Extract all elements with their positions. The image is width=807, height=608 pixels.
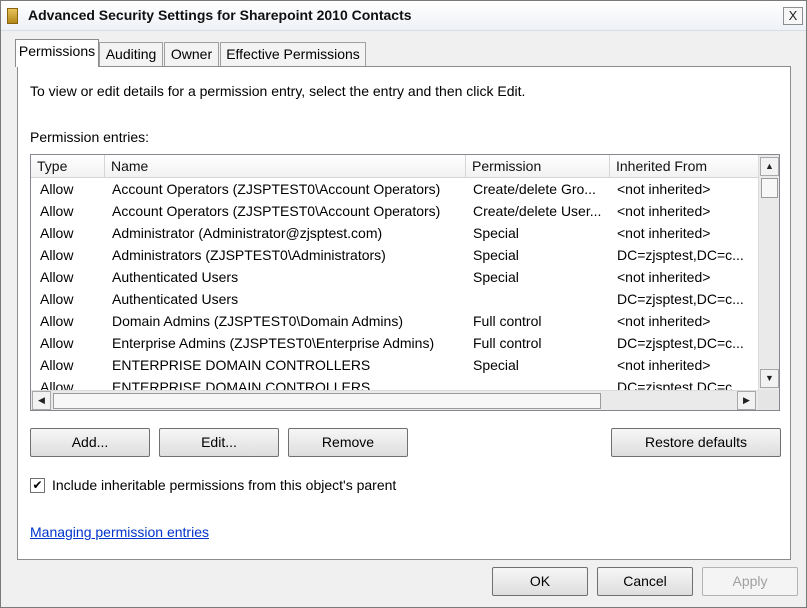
column-header-name[interactable]: Name — [105, 155, 466, 178]
scroll-down-icon[interactable]: ▼ — [760, 369, 779, 388]
horizontal-scrollbar[interactable]: ◀ ▶ — [31, 390, 758, 410]
add-button[interactable]: Add... — [30, 428, 150, 457]
cell-inherited-from: DC=zjsptest,DC=c... — [617, 247, 744, 263]
cell-name: Authenticated Users — [112, 269, 239, 285]
restore-defaults-button[interactable]: Restore defaults — [611, 428, 781, 457]
vertical-scrollbar[interactable]: ▲ ▼ — [758, 155, 779, 390]
table-row[interactable]: Allow Domain Admins (ZJSPTEST0\Domain Ad… — [31, 310, 760, 332]
cell-type: Allow — [40, 181, 74, 197]
cell-permission: Special — [473, 357, 519, 373]
scrollbar-corner — [758, 390, 779, 410]
cell-permission: Full control — [473, 313, 542, 329]
scroll-up-icon[interactable]: ▲ — [760, 157, 779, 176]
cell-type: Allow — [40, 291, 74, 307]
title-bar: Advanced Security Settings for Sharepoin… — [1, 1, 806, 31]
vertical-scroll-thumb[interactable] — [761, 178, 778, 198]
inherit-permissions-label[interactable]: Include inheritable permissions from thi… — [52, 477, 396, 493]
ok-button[interactable]: OK — [492, 567, 588, 596]
cell-name: Account Operators (ZJSPTEST0\Account Ope… — [112, 203, 441, 219]
cell-inherited-from: <not inherited> — [617, 313, 711, 329]
cell-inherited-from: <not inherited> — [617, 225, 711, 241]
folder-icon — [7, 8, 18, 24]
cell-permission: Special — [473, 247, 519, 263]
cell-type: Allow — [40, 269, 74, 285]
cell-type: Allow — [40, 335, 74, 351]
list-header: Type Name Permission Inherited From — [31, 155, 760, 178]
dialog-window: Advanced Security Settings for Sharepoin… — [0, 0, 807, 608]
cell-permission: Special — [473, 269, 519, 285]
edit-button[interactable]: Edit... — [159, 428, 279, 457]
cell-name: Authenticated Users — [112, 291, 239, 307]
table-row[interactable]: Allow ENTERPRISE DOMAIN CONTROLLERS Spec… — [31, 354, 760, 376]
cell-inherited-from: <not inherited> — [617, 181, 711, 197]
cancel-button[interactable]: Cancel — [597, 567, 693, 596]
scroll-right-icon[interactable]: ▶ — [737, 391, 756, 410]
cell-name: Account Operators (ZJSPTEST0\Account Ope… — [112, 181, 441, 197]
scroll-left-icon[interactable]: ◀ — [32, 391, 51, 410]
cell-type: Allow — [40, 203, 74, 219]
table-row[interactable]: Allow Authenticated Users DC=zjsptest,DC… — [31, 288, 760, 310]
cell-name: Enterprise Admins (ZJSPTEST0\Enterprise … — [112, 335, 435, 351]
window-title: Advanced Security Settings for Sharepoin… — [28, 7, 412, 23]
column-header-type[interactable]: Type — [31, 155, 105, 178]
cell-inherited-from: <not inherited> — [617, 357, 711, 373]
tab-effective-permissions[interactable]: Effective Permissions — [220, 42, 366, 66]
horizontal-scroll-thumb[interactable] — [53, 393, 601, 409]
cell-permission: Full control — [473, 335, 542, 351]
table-row[interactable]: Allow Administrators (ZJSPTEST0\Administ… — [31, 244, 760, 266]
cell-permission: Create/delete Gro... — [473, 181, 596, 197]
cell-name: Administrator (Administrator@zjsptest.co… — [112, 225, 383, 241]
cell-inherited-from: DC=zjsptest,DC=c... — [617, 335, 744, 351]
cell-name: Administrators (ZJSPTEST0\Administrators… — [112, 247, 386, 263]
cell-inherited-from: DC=zjsptest,DC=c... — [617, 291, 744, 307]
entries-label: Permission entries: — [30, 129, 150, 145]
cell-permission: Special — [473, 225, 519, 241]
permission-entries-list[interactable]: Type Name Permission Inherited From Allo… — [30, 154, 780, 411]
managing-permission-entries-link[interactable]: Managing permission entries — [30, 524, 209, 540]
cell-type: Allow — [40, 357, 74, 373]
cell-name: ENTERPRISE DOMAIN CONTROLLERS — [112, 357, 371, 373]
tab-permissions[interactable]: Permissions — [15, 39, 99, 67]
table-row[interactable]: Allow Account Operators (ZJSPTEST0\Accou… — [31, 178, 760, 200]
tab-owner[interactable]: Owner — [164, 42, 219, 66]
column-header-inherited-from[interactable]: Inherited From — [610, 155, 760, 178]
table-row[interactable]: Allow Enterprise Admins (ZJSPTEST0\Enter… — [31, 332, 760, 354]
instruction-text: To view or edit details for a permission… — [30, 83, 526, 99]
table-row[interactable]: Allow Account Operators (ZJSPTEST0\Accou… — [31, 200, 760, 222]
cell-inherited-from: <not inherited> — [617, 269, 711, 285]
apply-button[interactable]: Apply — [702, 567, 798, 596]
table-row[interactable]: Allow Authenticated Users Special <not i… — [31, 266, 760, 288]
cell-permission: Create/delete User... — [473, 203, 602, 219]
table-row[interactable]: Allow Administrator (Administrator@zjspt… — [31, 222, 760, 244]
cell-name: Domain Admins (ZJSPTEST0\Domain Admins) — [112, 313, 403, 329]
cell-type: Allow — [40, 225, 74, 241]
cell-inherited-from: <not inherited> — [617, 203, 711, 219]
remove-button[interactable]: Remove — [288, 428, 408, 457]
tab-auditing[interactable]: Auditing — [99, 42, 163, 66]
cell-type: Allow — [40, 247, 74, 263]
close-button[interactable]: X — [783, 7, 803, 25]
inherit-permissions-checkbox[interactable]: ✔ — [30, 478, 45, 493]
cell-type: Allow — [40, 313, 74, 329]
column-header-permission[interactable]: Permission — [466, 155, 610, 178]
